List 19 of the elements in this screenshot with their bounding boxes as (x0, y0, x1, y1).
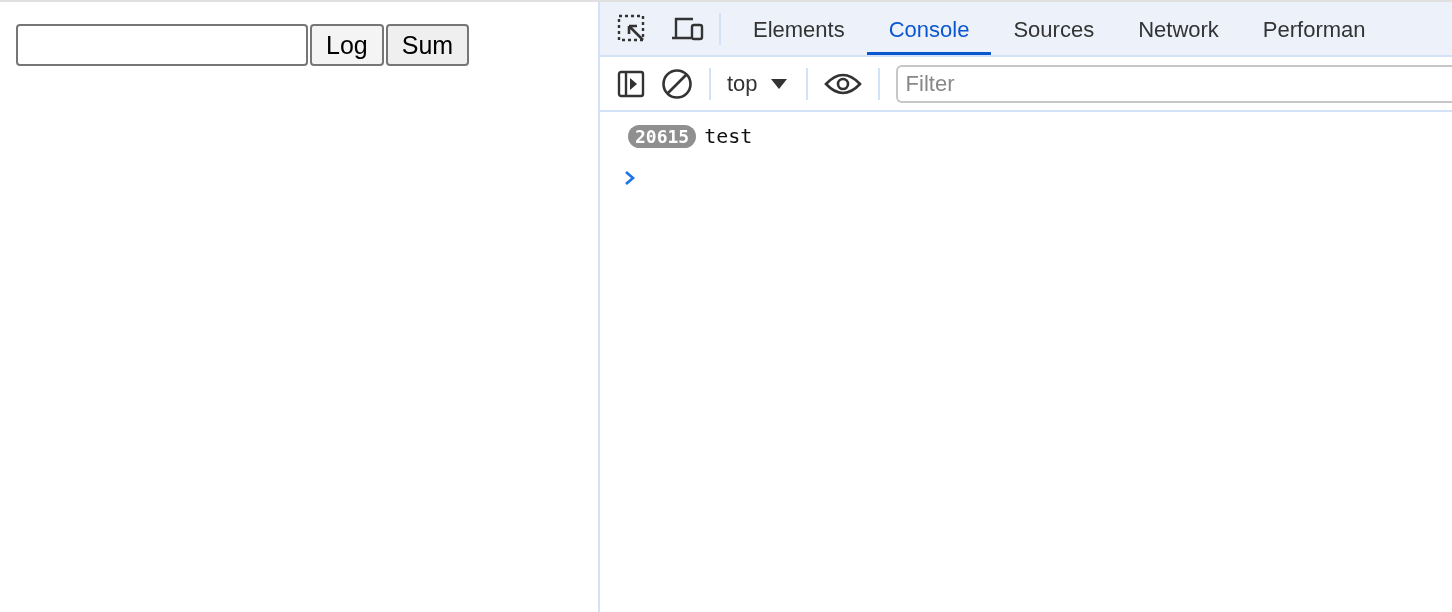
filter-field[interactable]: Filter (895, 64, 1452, 103)
prompt-chevron-icon[interactable] (624, 170, 636, 186)
context-selector[interactable]: top (727, 70, 758, 97)
sidebar-toggle-icon[interactable] (617, 69, 645, 98)
dropdown-caret-icon[interactable] (769, 77, 788, 90)
repeat-count-badge: 20615 (628, 124, 697, 148)
devtools-tab[interactable]: Sources (991, 2, 1117, 55)
eye-icon[interactable] (823, 71, 862, 96)
inspect-icon[interactable] (617, 13, 647, 44)
page-button[interactable]: Sum (385, 24, 470, 66)
clear-console-icon[interactable] (661, 67, 693, 100)
device-toolbar-icon[interactable] (671, 15, 705, 42)
text-input[interactable] (16, 24, 308, 66)
page-button[interactable]: Log (310, 24, 384, 66)
devtools-tab[interactable]: Performan (1240, 2, 1366, 55)
devtools-tab[interactable]: Console (866, 2, 992, 55)
devtools-tab[interactable]: Elements (731, 2, 867, 55)
console-message: test (704, 124, 753, 148)
devtools-tab[interactable]: Network (1116, 2, 1241, 55)
